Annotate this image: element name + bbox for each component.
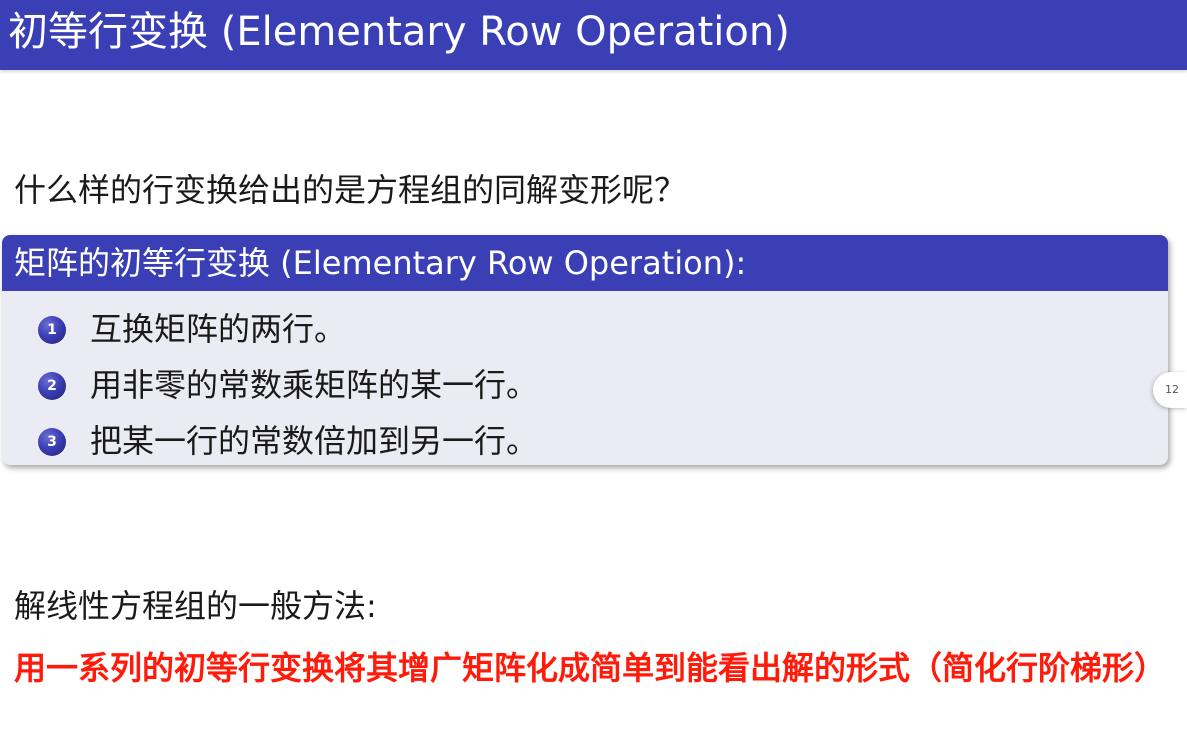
- frame-title: 初等行变换 (Elementary Row Operation): [8, 9, 790, 55]
- block-body: 1 互换矩阵的两行。 2 用非零的常数乘矩阵的某一行。 3 把某一行的常数倍加到…: [2, 291, 1168, 465]
- list-item: 1 互换矩阵的两行。: [2, 303, 1168, 359]
- numbered-bullet-icon: 1: [38, 316, 66, 344]
- list-item-text: 把某一行的常数倍加到另一行。: [90, 422, 539, 460]
- numbered-bullet-icon: 3: [38, 428, 66, 456]
- question-text: 什么样的行变换给出的是方程组的同解变形呢？: [14, 171, 687, 209]
- definition-block: 矩阵的初等行变换 (Elementary Row Operation): 1 互…: [2, 235, 1168, 465]
- page-number: 12: [1165, 383, 1179, 396]
- frame-title-bar: 初等行变换 (Elementary Row Operation): [0, 0, 1187, 70]
- block-title: 矩阵的初等行变换 (Elementary Row Operation):: [14, 244, 747, 282]
- block-header: 矩阵的初等行变换 (Elementary Row Operation):: [2, 235, 1168, 291]
- numbered-bullet-icon: 2: [38, 372, 66, 400]
- list-item-text: 互换矩阵的两行。: [90, 310, 347, 348]
- list-item-text: 用非零的常数乘矩阵的某一行。: [90, 366, 539, 404]
- method-description: 用一系列的初等行变换将其增广矩阵化成简单到能看出解的形式（简化行阶梯形）: [14, 649, 1167, 687]
- page-number-tab[interactable]: 12: [1153, 372, 1187, 408]
- list-item: 2 用非零的常数乘矩阵的某一行。: [2, 359, 1168, 415]
- method-label: 解线性方程组的一般方法:: [14, 587, 377, 625]
- list-item: 3 把某一行的常数倍加到另一行。: [2, 415, 1168, 465]
